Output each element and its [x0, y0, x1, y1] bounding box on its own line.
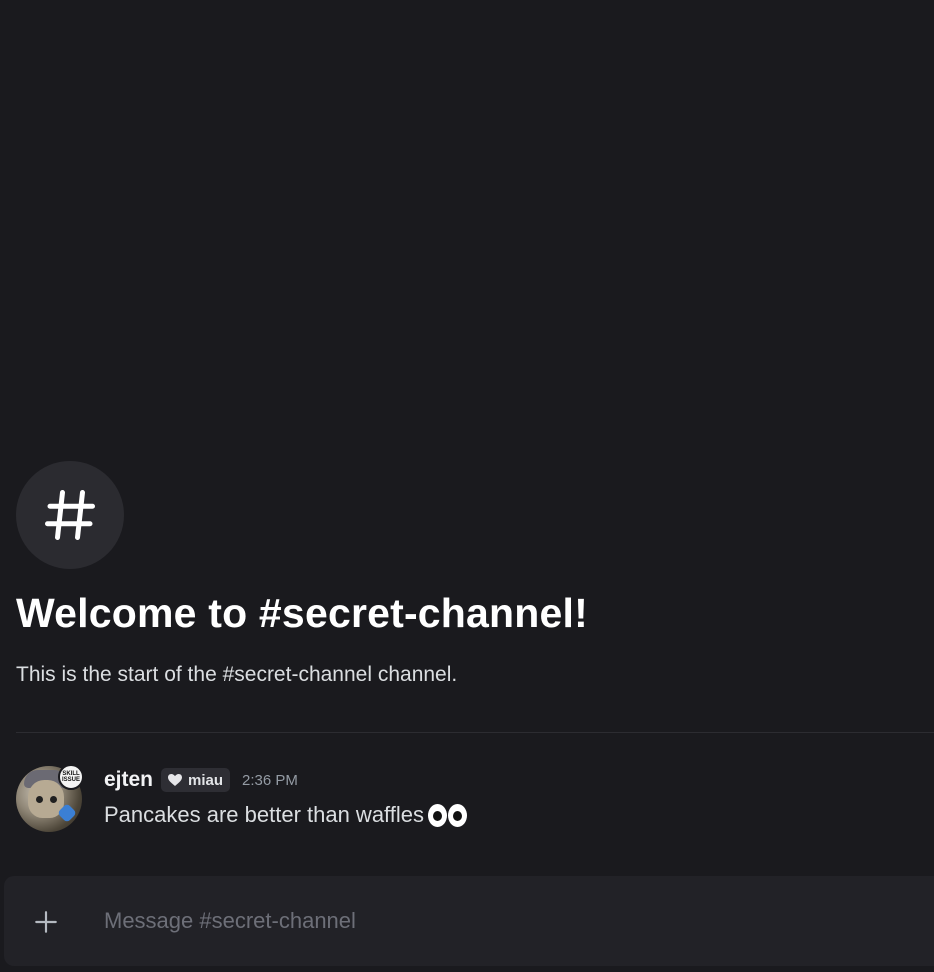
- eye-right: [448, 803, 468, 827]
- eye-left: [428, 803, 448, 827]
- eyes-emoji[interactable]: [428, 803, 468, 827]
- hash-icon: [45, 490, 95, 540]
- username[interactable]: ejten: [104, 768, 153, 792]
- avatar-eye: [36, 796, 43, 803]
- welcome-subtitle: This is the start of the #secret-channel…: [16, 663, 458, 686]
- welcome-title: Welcome to #secret-channel!: [16, 590, 588, 636]
- message-input[interactable]: [104, 902, 914, 940]
- chat-area: Welcome to #secret-channel! This is the …: [0, 0, 934, 972]
- add-attachment-button[interactable]: [30, 906, 62, 938]
- server-tag-label: miau: [188, 771, 224, 789]
- message-composer: [4, 876, 934, 966]
- heart-icon: [168, 774, 183, 786]
- avatar-badge-text: SKILL ISSUE: [61, 771, 80, 783]
- divider: [16, 732, 934, 733]
- plus-icon: [35, 911, 57, 933]
- message-text: Pancakes are better than waffles: [104, 802, 425, 827]
- avatar-eye: [50, 796, 57, 803]
- message-header: ejten miau 2:36 PM: [104, 768, 298, 792]
- channel-hash-icon: [16, 461, 124, 569]
- server-tag[interactable]: miau: [161, 768, 231, 792]
- avatar-badge: SKILL ISSUE: [58, 764, 84, 790]
- message-content: Pancakes are better than waffles: [104, 802, 468, 828]
- timestamp[interactable]: 2:36 PM: [242, 772, 298, 789]
- message-item[interactable]: SKILL ISSUE ejten miau 2:36 PM Pancakes …: [16, 764, 934, 836]
